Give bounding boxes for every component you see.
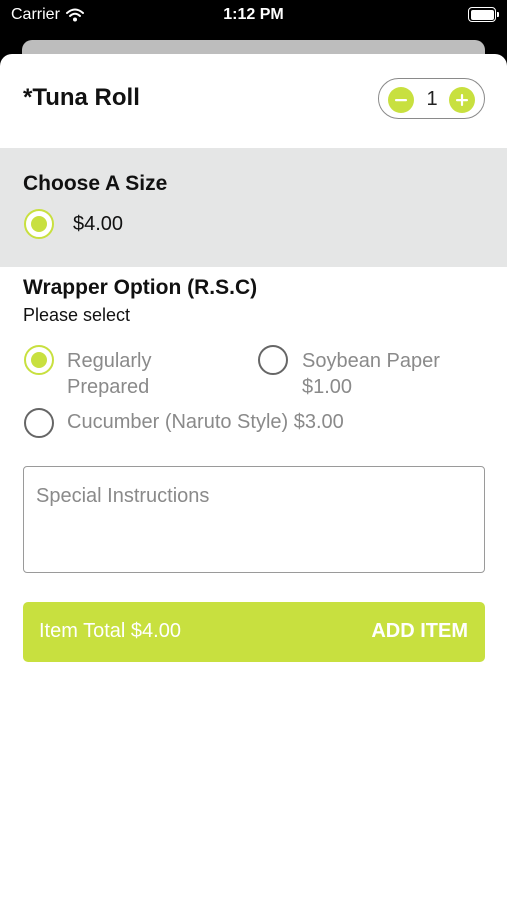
quantity-value: 1 [426,88,438,110]
status-bar: Carrier 1:12 PM [0,0,507,34]
wrapper-radio-cucumber[interactable] [24,408,54,438]
plus-icon [456,94,468,106]
wrapper-radio-soybean[interactable] [258,345,288,375]
decrement-button[interactable] [388,87,414,113]
wrapper-option-cucumber[interactable]: Cucumber (Naruto Style) $3.00 [67,409,487,435]
item-title: *Tuna Roll [23,84,140,111]
battery-icon [468,7,499,22]
wrapper-option-soybean[interactable]: Soybean Paper $1.00 [302,348,492,400]
item-sheet: *Tuna Roll 1 Choose A Size $4.00 Wrapper… [0,54,507,900]
minus-icon [395,99,407,102]
wrapper-subtitle: Please select [23,305,131,325]
add-item-label: ADD ITEM [371,620,468,642]
size-option-label[interactable]: $4.00 [73,213,123,236]
add-item-button[interactable]: Item Total $4.00 ADD ITEM [23,602,485,662]
quantity-stepper: 1 [378,78,485,119]
size-radio[interactable] [24,209,54,239]
size-header: Choose A Size [23,172,168,195]
size-section: Choose A Size $4.00 [0,148,507,267]
status-time: 1:12 PM [223,6,284,23]
wrapper-radio-regular[interactable] [24,345,54,375]
increment-button[interactable] [449,87,475,113]
special-instructions-field[interactable] [23,466,485,573]
item-total-label: Item Total $4.00 [39,620,181,642]
wrapper-option-regular[interactable]: Regularly Prepared [67,348,227,400]
wrapper-header: Wrapper Option (R.S.C) [23,276,258,299]
